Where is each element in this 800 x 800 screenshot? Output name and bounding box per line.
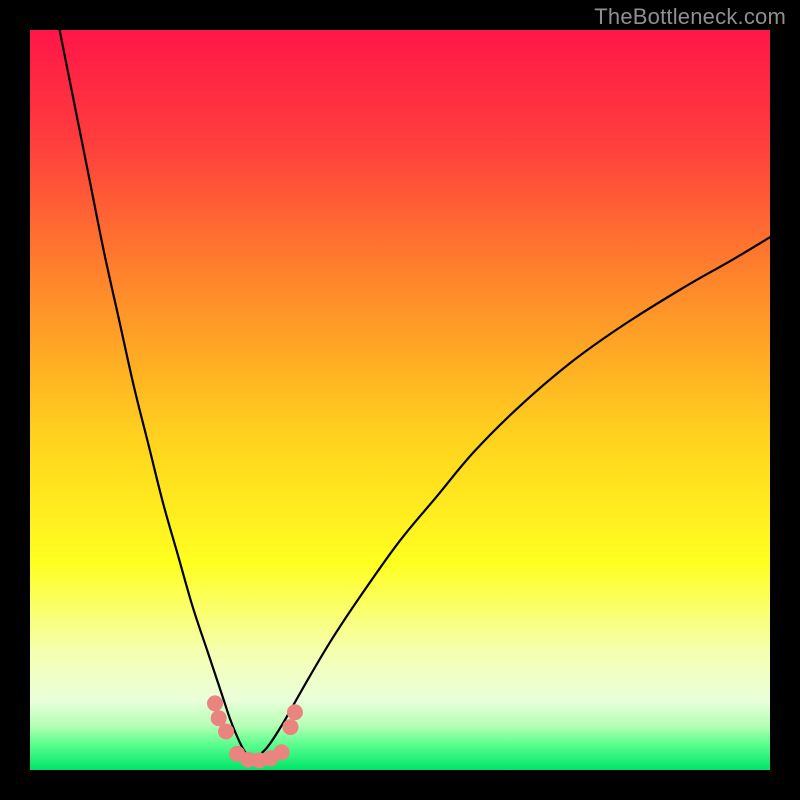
dip-marker xyxy=(218,724,234,740)
dip-marker xyxy=(287,704,303,720)
dip-marker xyxy=(274,744,290,760)
chart-frame: TheBottleneck.com xyxy=(0,0,800,800)
plot-area xyxy=(30,30,770,770)
watermark-text: TheBottleneck.com xyxy=(594,4,786,30)
dip-markers xyxy=(207,695,303,768)
dip-marker xyxy=(282,719,298,735)
curve-right-branch xyxy=(252,237,770,761)
dip-marker xyxy=(207,695,223,711)
curve-left-branch xyxy=(60,30,252,761)
curves-layer xyxy=(30,30,770,770)
